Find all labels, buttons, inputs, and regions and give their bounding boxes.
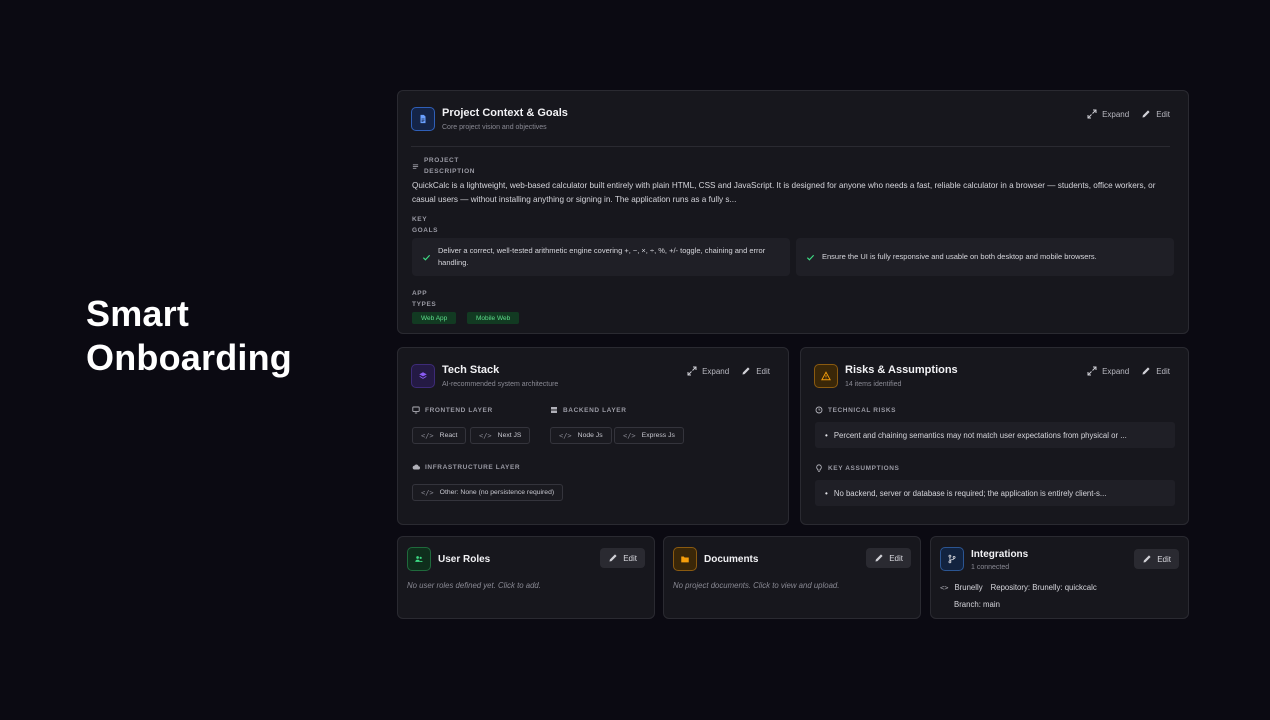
pencil-icon — [875, 554, 883, 562]
description-label: PROJECT DESCRIPTION — [424, 157, 476, 175]
risk-item: • Percent and chaining semantics may not … — [815, 422, 1175, 448]
edit-button[interactable]: Edit — [741, 366, 770, 376]
project-description: QuickCalc is a lightweight, web-based ca… — [412, 181, 1156, 204]
integration-branch: Branch: main — [954, 600, 1000, 609]
tech-chip: </> Other: None (no persistence required) — [412, 484, 564, 501]
code-icon: </> — [421, 431, 434, 440]
integrations-card[interactable]: Integrations 1 connected Edit <> Brunell… — [930, 536, 1189, 619]
hero-title: Smart Onboarding — [86, 292, 292, 380]
goal-item: Ensure the UI is fully responsive and us… — [796, 238, 1174, 276]
edit-button[interactable]: Edit — [866, 548, 911, 568]
edit-button[interactable]: Edit — [600, 548, 645, 568]
infrastructure-layer-label: INFRASTRUCTURE LAYER — [412, 463, 520, 471]
check-icon — [806, 254, 815, 261]
layers-icon — [411, 364, 435, 388]
empty-state-text: No project documents. Click to view and … — [673, 581, 840, 590]
text-lines-icon — [412, 164, 419, 169]
card-subtitle: Core project vision and objectives — [442, 124, 547, 131]
card-title: Integrations — [971, 549, 1029, 560]
warning-icon — [814, 364, 838, 388]
card-title: User Roles — [438, 554, 491, 565]
tech-chip: </> React — [412, 427, 467, 444]
pencil-icon — [609, 554, 617, 562]
code-icon: <> — [940, 583, 949, 592]
goals-label: KEY GOALS — [412, 216, 439, 234]
card-actions: Expand Edit — [1087, 366, 1170, 376]
card-actions: Expand Edit — [1087, 109, 1170, 119]
goal-item: Deliver a correct, well-tested arithmeti… — [412, 238, 790, 276]
card-subtitle: 14 items identified — [845, 381, 902, 388]
card-title: Risks & Assumptions — [845, 364, 958, 376]
integration-row: <> Brunelly Repository: Brunelly: quickc… — [940, 583, 1097, 592]
code-icon: </> — [623, 431, 636, 440]
expand-button[interactable]: Expand — [687, 366, 729, 376]
user-roles-card[interactable]: User Roles Edit No user roles defined ye… — [397, 536, 655, 619]
pencil-icon — [1142, 367, 1150, 375]
expand-label: Expand — [1102, 109, 1130, 119]
tech-chip: </> Next JS — [470, 427, 531, 444]
documents-card[interactable]: Documents Edit No project documents. Cli… — [663, 536, 921, 619]
tech-chip: </> Node Js — [550, 427, 612, 444]
key-assumptions-label: KEY ASSUMPTIONS — [815, 464, 899, 472]
expand-icon — [687, 366, 697, 376]
card-subtitle: 1 connected — [971, 564, 1010, 571]
empty-state-text: No user roles defined yet. Click to add. — [407, 581, 541, 590]
check-icon — [422, 254, 431, 261]
risks-card: Risks & Assumptions 14 items identified … — [800, 347, 1189, 525]
expand-icon — [1087, 366, 1097, 376]
code-icon: </> — [479, 431, 492, 440]
pencil-icon — [1143, 555, 1151, 563]
git-branch-icon — [940, 547, 964, 571]
technical-risks-label: TECHNICAL RISKS — [815, 406, 896, 414]
integration-name: Brunelly — [954, 583, 983, 592]
hero-line-2: Onboarding — [86, 337, 292, 378]
tech-chip: </> Express Js — [614, 427, 684, 444]
assumption-item: • No backend, server or database is requi… — [815, 480, 1175, 506]
expand-button[interactable]: Expand — [1087, 109, 1129, 119]
tech-stack-card: Tech Stack AI-recommended system archite… — [397, 347, 789, 525]
pencil-icon — [742, 367, 750, 375]
card-actions: Expand Edit — [687, 366, 770, 376]
app-types-label: APP TYPES — [412, 290, 437, 308]
card-subtitle: AI-recommended system architecture — [442, 381, 559, 388]
expand-button[interactable]: Expand — [1087, 366, 1129, 376]
monitor-icon — [412, 406, 420, 414]
edit-label: Edit — [1156, 109, 1170, 119]
card-title: Project Context & Goals — [442, 107, 568, 119]
edit-button[interactable]: Edit — [1141, 366, 1170, 376]
cloud-icon — [412, 464, 420, 470]
hero-line-1: Smart — [86, 293, 190, 334]
card-title: Tech Stack — [442, 364, 500, 376]
expand-icon — [1087, 109, 1097, 119]
app-type-pill: Mobile Web — [467, 312, 520, 324]
users-icon — [407, 547, 431, 571]
backend-layer-label: BACKEND LAYER — [550, 406, 627, 414]
frontend-layer-label: FRONTEND LAYER — [412, 406, 493, 414]
header-divider — [411, 146, 1170, 147]
edit-button[interactable]: Edit — [1134, 549, 1179, 569]
clock-icon — [815, 406, 823, 414]
document-icon — [411, 107, 435, 131]
code-icon: </> — [421, 488, 434, 497]
folder-icon — [673, 547, 697, 571]
lightbulb-icon — [816, 464, 822, 472]
integration-repo: Repository: Brunelly: quickcalc — [990, 583, 1097, 592]
server-icon — [551, 407, 557, 413]
edit-button[interactable]: Edit — [1141, 109, 1170, 119]
project-context-card: Project Context & Goals Core project vis… — [397, 90, 1189, 334]
app-type-pill: Web App — [412, 312, 457, 324]
pencil-icon — [1142, 110, 1150, 118]
card-title: Documents — [704, 554, 759, 565]
code-icon: </> — [559, 431, 572, 440]
